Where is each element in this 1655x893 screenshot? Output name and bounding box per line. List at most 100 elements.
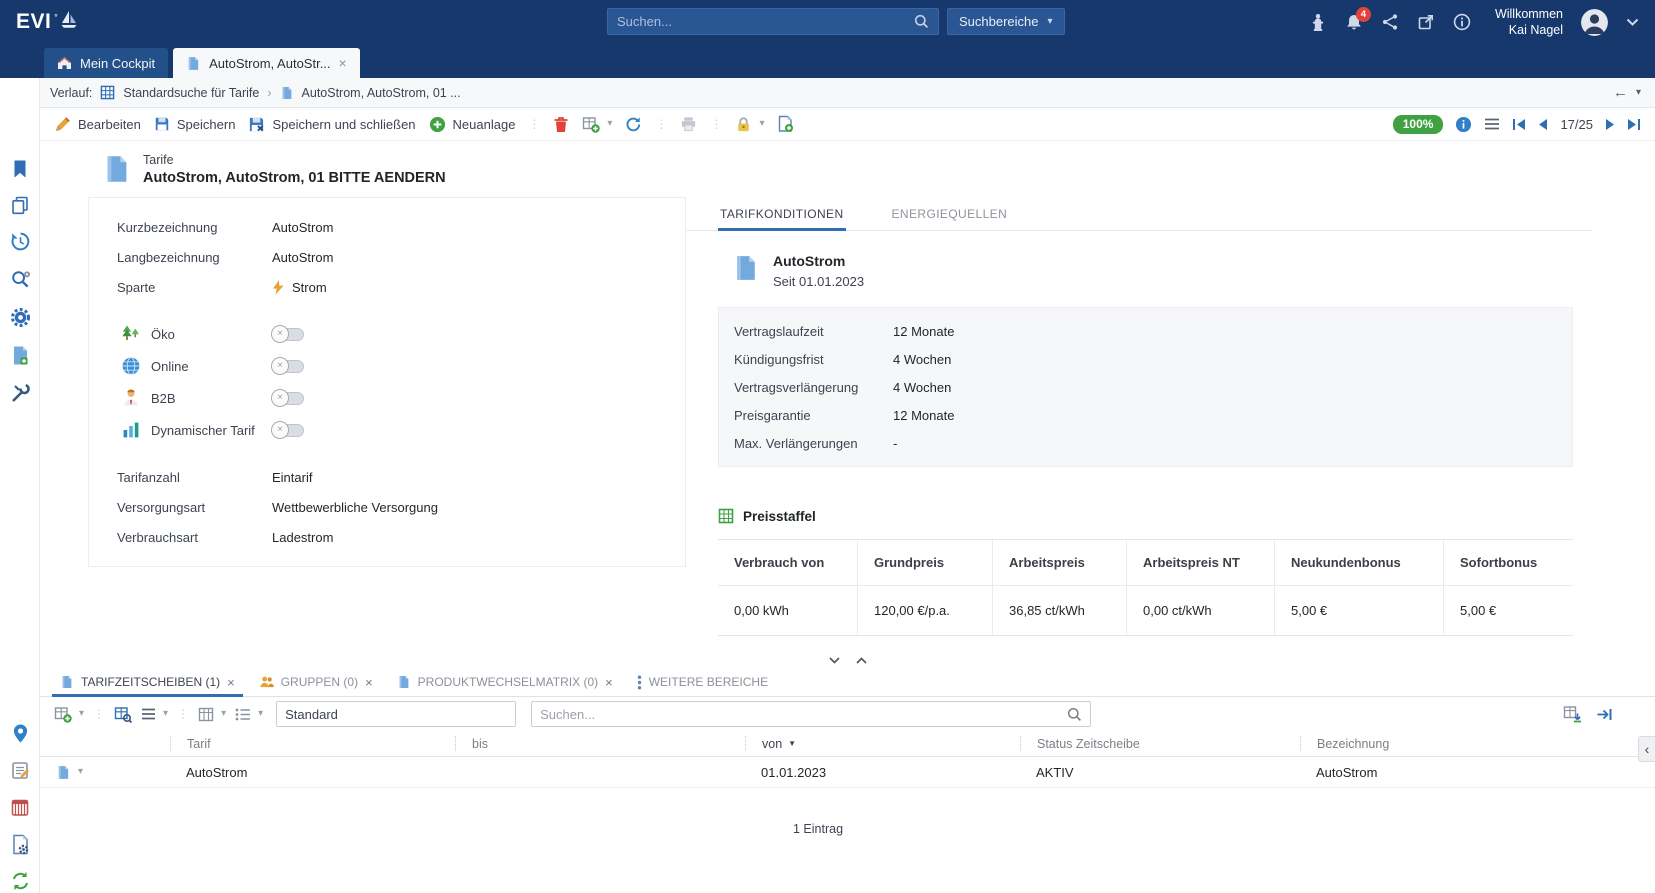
online-toggle[interactable]: × xyxy=(272,360,304,373)
calendar-icon[interactable] xyxy=(9,796,31,818)
lock-button[interactable]: ▾ xyxy=(735,116,764,133)
bookmark-icon[interactable] xyxy=(9,158,31,180)
info-row: Vertragsverlängerung 4 Wochen xyxy=(719,373,1572,401)
document-add-icon[interactable] xyxy=(777,115,794,133)
global-search-input[interactable] xyxy=(617,14,914,29)
sync-icon[interactable] xyxy=(9,870,31,892)
table-search-icon[interactable] xyxy=(114,706,132,723)
separator: ⋮ xyxy=(177,708,189,720)
column-header-bezeichnung[interactable]: Bezeichnung xyxy=(1300,736,1655,751)
save-close-button[interactable]: Speichern und schließen xyxy=(248,116,415,133)
tab-gruppen[interactable]: GRUPPEN (0) × xyxy=(247,668,385,696)
search-icon[interactable] xyxy=(914,14,929,29)
search-icon[interactable] xyxy=(1067,707,1082,722)
share-icon[interactable] xyxy=(1381,13,1399,31)
refresh-icon[interactable] xyxy=(625,116,642,133)
user-menu-chevron-icon[interactable] xyxy=(1626,18,1639,27)
edit-button[interactable]: Bearbeiten xyxy=(54,116,141,133)
record-header: Tarife AutoStrom, AutoStrom, 01 BITTE AE… xyxy=(40,141,1655,197)
tab-energiequellen[interactable]: ENERGIEQUELLEN xyxy=(890,197,1010,230)
expand-up-icon[interactable] xyxy=(856,657,867,664)
list-lines-icon xyxy=(141,708,156,720)
delete-icon[interactable] xyxy=(553,116,569,133)
info-value: - xyxy=(893,436,897,451)
advanced-search-icon[interactable] xyxy=(9,268,31,290)
breadcrumb-item-search[interactable]: Standardsuche für Tarife xyxy=(123,86,259,100)
nav-prev-icon[interactable] xyxy=(1538,118,1548,131)
chevron-down-icon[interactable]: ▾ xyxy=(78,767,83,777)
notifications-bell-icon[interactable]: 4 xyxy=(1345,13,1363,32)
close-icon[interactable]: × xyxy=(339,56,347,70)
avatar[interactable] xyxy=(1581,9,1608,36)
oeko-toggle[interactable]: × xyxy=(272,328,304,341)
close-icon[interactable]: × xyxy=(365,676,373,689)
add-entry-button[interactable]: ▾ xyxy=(54,706,84,723)
save-button[interactable]: Speichern xyxy=(154,116,236,132)
hydrant-icon[interactable] xyxy=(1309,13,1327,32)
table-row[interactable]: ▾ AutoStrom 01.01.2023 AKTIV AutoStrom xyxy=(40,757,1655,788)
history-dropdown-icon[interactable]: ▾ xyxy=(1636,88,1641,98)
business-person-icon xyxy=(121,388,141,408)
collapse-panel-icon[interactable] xyxy=(1596,707,1613,722)
column-header-bis[interactable]: bis xyxy=(455,736,745,751)
nav-first-icon[interactable] xyxy=(1512,118,1526,131)
tools-icon[interactable] xyxy=(9,382,31,404)
add-to-table-button[interactable]: ▾ xyxy=(582,116,612,133)
save-close-icon xyxy=(248,116,265,133)
tab-tarifzeitscheiben[interactable]: TARIFZEITSCHEIBEN (1) × xyxy=(48,668,247,696)
tab-tarifkonditionen[interactable]: TARIFKONDITIONEN xyxy=(718,197,846,230)
nav-last-icon[interactable] xyxy=(1627,118,1641,131)
info-icon[interactable] xyxy=(1453,13,1471,31)
settings-gear-icon[interactable] xyxy=(9,306,31,328)
copy-stack-icon[interactable] xyxy=(9,194,31,216)
breadcrumb: Verlauf: Standardsuche für Tarife › Auto… xyxy=(40,78,1655,108)
close-icon[interactable]: × xyxy=(227,676,235,689)
close-icon[interactable]: × xyxy=(605,676,613,689)
field-label: Versorgungsart xyxy=(117,500,272,515)
tab-label: AutoStrom, AutoStr... xyxy=(209,56,330,71)
list-toolbar-right xyxy=(1563,705,1641,723)
tab-produktwechselmatrix[interactable]: PRODUKTWECHSELMATRIX (0) × xyxy=(385,668,625,696)
detail-panel: TARIFKONDITIONEN ENERGIEQUELLEN AutoStro… xyxy=(686,197,1592,653)
global-search[interactable] xyxy=(607,8,939,35)
map-pin-icon[interactable] xyxy=(9,722,31,744)
document-settings-icon[interactable] xyxy=(9,344,31,366)
view-style-button[interactable]: ▾ xyxy=(235,708,263,721)
column-header-status[interactable]: Status Zeitscheibe xyxy=(1020,736,1300,751)
tab-label: GRUPPEN (0) xyxy=(281,675,358,689)
column-header-von[interactable]: von ▼ xyxy=(745,736,1020,751)
row-actions[interactable]: ▾ xyxy=(40,765,170,780)
list-search-input[interactable] xyxy=(540,707,1067,722)
collapse-down-icon[interactable] xyxy=(829,657,840,664)
dynamischer-tarif-toggle[interactable]: × xyxy=(272,424,304,437)
info-circle-icon[interactable] xyxy=(1455,116,1472,133)
tab-weitere-bereiche[interactable]: WEITERE BEREICHE xyxy=(625,668,780,696)
info-label: Preisgarantie xyxy=(734,408,893,423)
history-icon[interactable] xyxy=(9,230,31,252)
new-record-button[interactable]: Neuanlage xyxy=(429,116,516,133)
notes-icon[interactable] xyxy=(9,759,31,781)
group-icon xyxy=(259,675,274,689)
search-areas-button[interactable]: Suchbereiche ▾ xyxy=(947,8,1065,35)
topbar-icons: 4 Willkommen Kai Nagel xyxy=(1309,6,1639,39)
tab-record-active[interactable]: AutoStrom, AutoStr... × xyxy=(173,48,360,78)
record-header-text: Tarife AutoStrom, AutoStrom, 01 BITTE AE… xyxy=(143,153,446,186)
toggle-row: Öko × xyxy=(89,318,685,350)
chevron-down-icon: ▾ xyxy=(1048,17,1053,27)
menu-icon[interactable] xyxy=(1484,118,1500,130)
report-settings-icon[interactable] xyxy=(9,833,31,855)
open-external-icon[interactable] xyxy=(1417,13,1435,31)
collapse-right-handle[interactable]: ‹ xyxy=(1638,736,1655,762)
view-select[interactable] xyxy=(276,701,516,727)
b2b-toggle[interactable]: × xyxy=(272,392,304,405)
back-arrow-icon[interactable]: ← xyxy=(1613,84,1628,101)
nav-next-icon[interactable] xyxy=(1605,118,1615,131)
column-chooser-button[interactable]: ▾ xyxy=(198,707,226,722)
form-row: Verbrauchsart Ladestrom xyxy=(89,522,685,552)
table-export-icon[interactable] xyxy=(1563,705,1582,723)
list-search[interactable] xyxy=(531,701,1091,727)
breadcrumb-item-record[interactable]: AutoStrom, AutoStrom, 01 ... xyxy=(302,86,461,100)
column-header-tarif[interactable]: Tarif xyxy=(170,736,455,751)
tab-mein-cockpit[interactable]: Mein Cockpit xyxy=(44,48,168,78)
list-menu-button[interactable]: ▾ xyxy=(141,708,168,720)
